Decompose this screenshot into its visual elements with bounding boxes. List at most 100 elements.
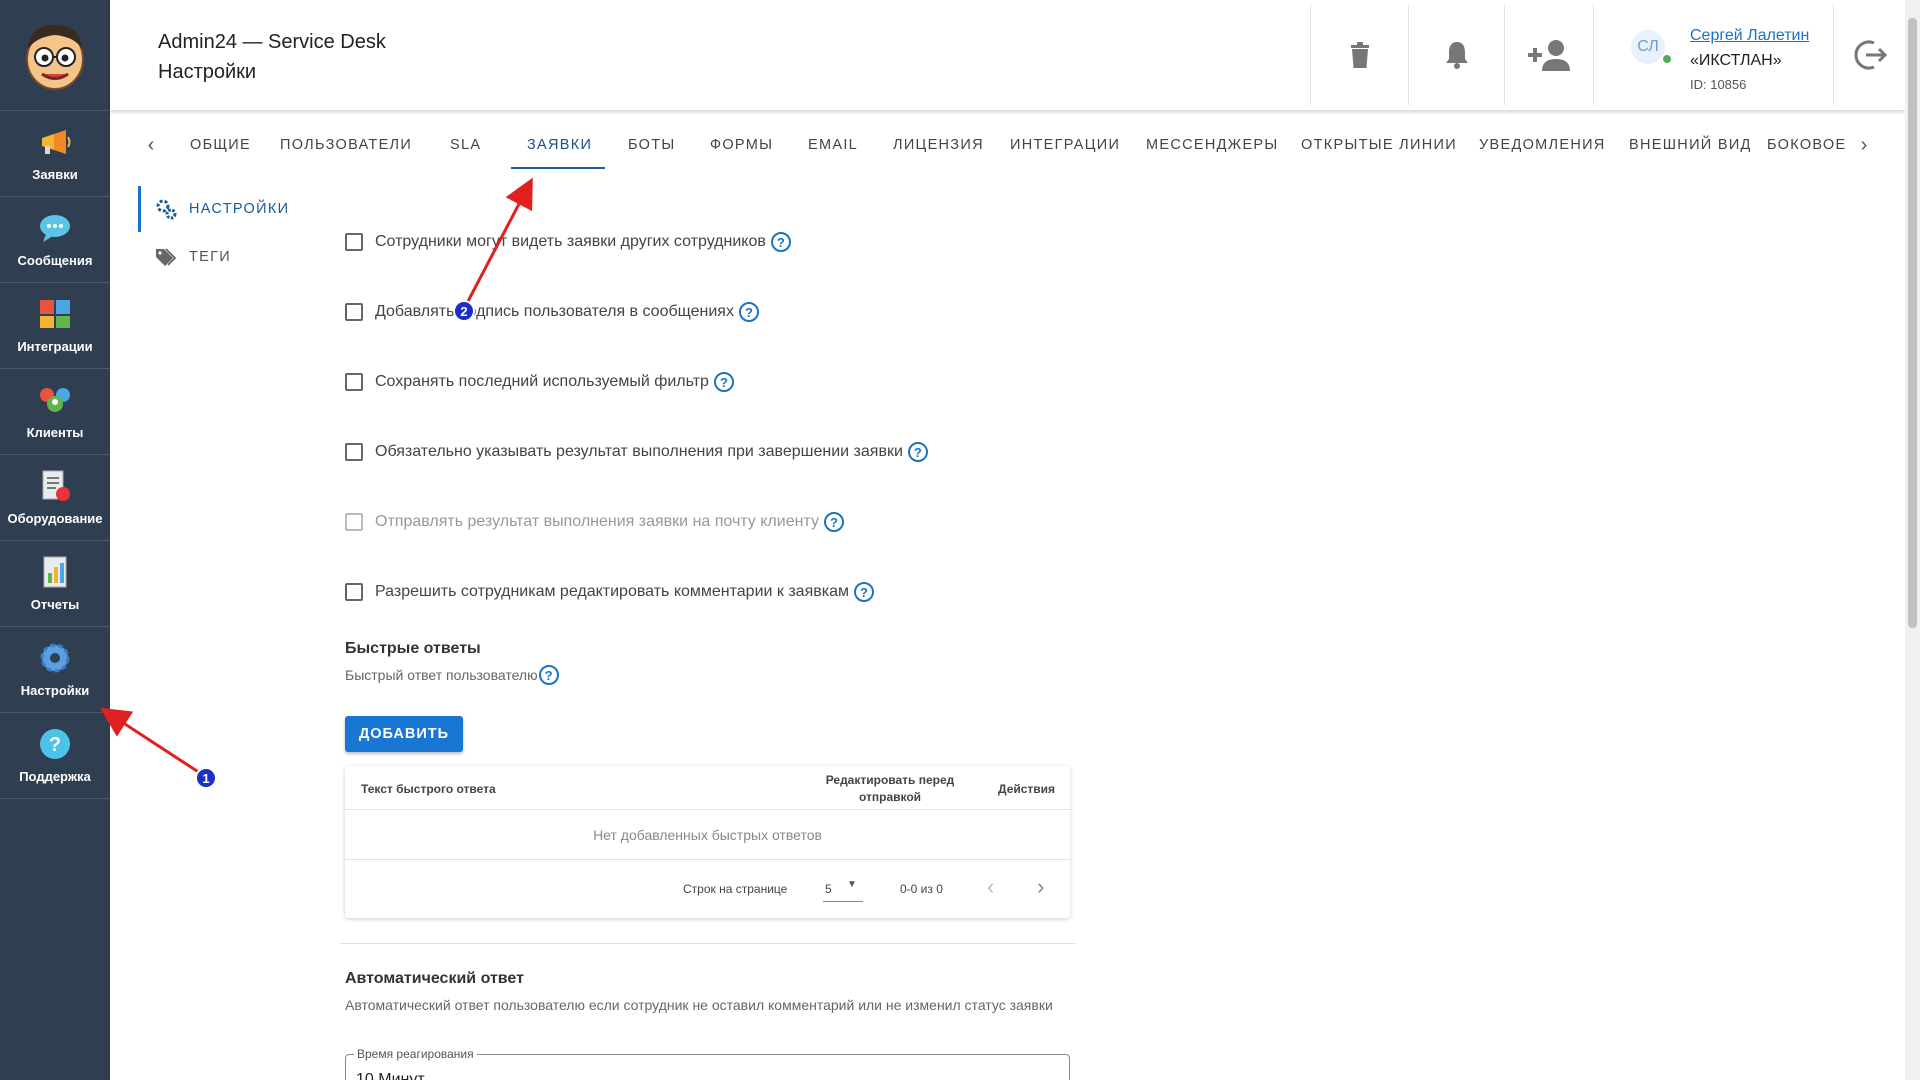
option-label: Добавлять подпись пользователя в сообщен… [375, 303, 734, 320]
caret-down-icon: ▼ [847, 879, 857, 890]
equipment-icon [38, 469, 72, 503]
option-email-result: Отправлять результат выполнения заявки н… [345, 512, 844, 532]
avatar[interactable]: СЛ [1631, 30, 1665, 64]
checkbox[interactable] [345, 303, 363, 321]
option-label: Разрешить сотрудникам редактировать комм… [375, 583, 849, 600]
help-icon[interactable]: ? [713, 372, 734, 392]
sidebar-item-equipment[interactable]: Оборудование [0, 455, 110, 541]
tab-general[interactable]: ОБЩИЕ [190, 137, 251, 153]
annotation-arrow-1 [99, 707, 201, 775]
help-icon[interactable]: ? [538, 665, 559, 685]
tab-email[interactable]: EMAIL [808, 137, 858, 153]
reaction-time-label: Время реагирования [354, 1047, 477, 1061]
tab-sidebar[interactable]: БОКОВОЕ [1767, 137, 1846, 153]
sidebar-item-label: Сообщения [17, 253, 93, 268]
section-title: Настройки [158, 61, 257, 83]
sidebar-item-clients[interactable]: Клиенты [0, 369, 110, 455]
next-page-icon[interactable]: › [1037, 874, 1044, 900]
sidebar: Заявки Сообщения Интеграции Клиенты Обор… [0, 0, 110, 1080]
logout-button[interactable] [1833, 5, 1905, 105]
option-require-result[interactable]: Обязательно указывать результат выполнен… [345, 442, 928, 462]
option-label: Сохранять последний используемый фильтр [375, 373, 709, 390]
logout-icon [1854, 40, 1887, 70]
pagination-range: 0-0 из 0 [900, 882, 943, 896]
checkbox[interactable] [345, 583, 363, 601]
rows-per-page-value: 5 [825, 882, 832, 896]
help-icon[interactable]: ? [738, 302, 759, 322]
column-header[interactable]: Редактировать перед отправкой [815, 772, 965, 806]
reaction-time-field[interactable]: Время реагирования 10 Минут [345, 1047, 1070, 1080]
trash-button[interactable] [1310, 5, 1408, 105]
sidebar-item-label: Оборудование [7, 511, 103, 526]
sidebar-item-reports[interactable]: Отчеты [0, 541, 110, 627]
tab-users[interactable]: ПОЛЬЗОВАТЕЛИ [280, 137, 412, 153]
sidebar-item-settings[interactable]: Настройки [0, 627, 110, 713]
people-icon [38, 383, 72, 417]
subnav-item-tags[interactable]: ТЕГИ [155, 246, 231, 268]
add-quick-reply-button[interactable]: ДОБАВИТЬ [345, 716, 463, 752]
quick-replies-title: Быстрые ответы [345, 640, 481, 657]
option-save-filter[interactable]: Сохранять последний используемый фильтр … [345, 372, 734, 392]
checkbox[interactable] [345, 443, 363, 461]
option-label: Сотрудники могут видеть заявки других со… [375, 233, 766, 250]
help-icon[interactable]: ? [770, 232, 791, 252]
add-user-button[interactable] [1504, 5, 1593, 105]
help-icon[interactable]: ? [907, 442, 928, 462]
help-icon[interactable]: ? [823, 512, 844, 532]
chat-bubble-icon [38, 211, 72, 245]
subnav-item-label: ТЕГИ [189, 249, 232, 265]
annotation-badge-1 [195, 767, 217, 789]
user-organization: «ИКСТЛАН» [1690, 52, 1782, 69]
tab-open-lines[interactable]: ОТКРЫТЫЕ ЛИНИИ [1301, 137, 1457, 153]
subnav-item-settings[interactable]: НАСТРОЙКИ [155, 198, 289, 220]
prev-page-icon[interactable]: ‹ [987, 874, 994, 900]
checkbox[interactable] [345, 233, 363, 251]
sidebar-item-integrations[interactable]: Интеграции [0, 283, 110, 369]
auto-reply-title: Автоматический ответ [345, 970, 524, 987]
sidebar-item-support[interactable]: ? Поддержка [0, 713, 110, 799]
sidebar-item-messages[interactable]: Сообщения [0, 197, 110, 283]
page-title: Admin24 — Service Desk Настройки [158, 27, 386, 87]
user-profile: СЛ Сергей Лалетин «ИКСТЛАН» ID: 10856 [1593, 5, 1833, 105]
subnav-active-indicator [138, 186, 141, 232]
tab-license[interactable]: ЛИЦЕНЗИЯ [893, 137, 984, 153]
tabs-scroll-right-icon[interactable]: › [1852, 133, 1876, 157]
page-scrollbar-thumb[interactable] [1908, 18, 1917, 628]
quick-replies-subtitle-text: Быстрый ответ пользователю [345, 667, 538, 683]
tab-appearance[interactable]: ВНЕШНИЙ ВИД [1629, 137, 1752, 153]
app-logo[interactable] [0, 0, 110, 111]
option-label: Обязательно указывать результат выполнен… [375, 443, 903, 460]
puzzle-icon [38, 297, 72, 331]
option-edit-comments[interactable]: Разрешить сотрудникам редактировать комм… [345, 582, 874, 602]
tab-messengers[interactable]: МЕССЕНДЖЕРЫ [1146, 137, 1279, 153]
column-header[interactable]: Текст быстрого ответа [361, 782, 496, 796]
app-title: Admin24 — Service Desk [158, 31, 386, 53]
tab-integrations[interactable]: ИНТЕГРАЦИИ [1010, 137, 1120, 153]
subnav-item-label: НАСТРОЙКИ [189, 201, 290, 217]
tab-notifications[interactable]: УВЕДОМЛЕНИЯ [1479, 137, 1606, 153]
tab-sla[interactable]: SLA [450, 137, 481, 153]
table-empty-state: Нет добавленных быстрых ответов [345, 810, 1070, 860]
notifications-button[interactable] [1408, 5, 1504, 105]
tab-tickets[interactable]: ЗАЯВКИ [527, 137, 592, 153]
checkbox[interactable] [345, 373, 363, 391]
help-icon[interactable]: ? [854, 582, 874, 602]
sidebar-item-label: Клиенты [26, 425, 84, 440]
option-add-signature[interactable]: Добавлять подпись пользователя в сообщен… [345, 302, 759, 322]
option-see-others-tickets[interactable]: Сотрудники могут видеть заявки других со… [345, 232, 791, 252]
top-header: Admin24 — Service Desk Настройки СЛ Серг… [110, 0, 1905, 110]
rows-per-page-select[interactable]: 5 ▼ [823, 874, 863, 902]
svg-text:?: ? [49, 734, 61, 756]
mascot-logo-icon [26, 25, 84, 90]
tab-bots[interactable]: БОТЫ [628, 137, 676, 153]
tabs-scroll-left-icon[interactable]: ‹ [139, 133, 163, 157]
tab-forms[interactable]: ФОРМЫ [710, 137, 773, 153]
section-divider [340, 943, 1075, 944]
question-icon: ? [38, 727, 72, 761]
active-tab-indicator [511, 167, 605, 169]
sidebar-item-label: Заявки [32, 167, 78, 182]
user-name-link[interactable]: Сергей Лалетин [1690, 27, 1809, 45]
online-status-dot [1663, 55, 1671, 63]
sidebar-item-label: Интеграции [17, 339, 93, 354]
sidebar-item-tickets[interactable]: Заявки [0, 111, 110, 197]
